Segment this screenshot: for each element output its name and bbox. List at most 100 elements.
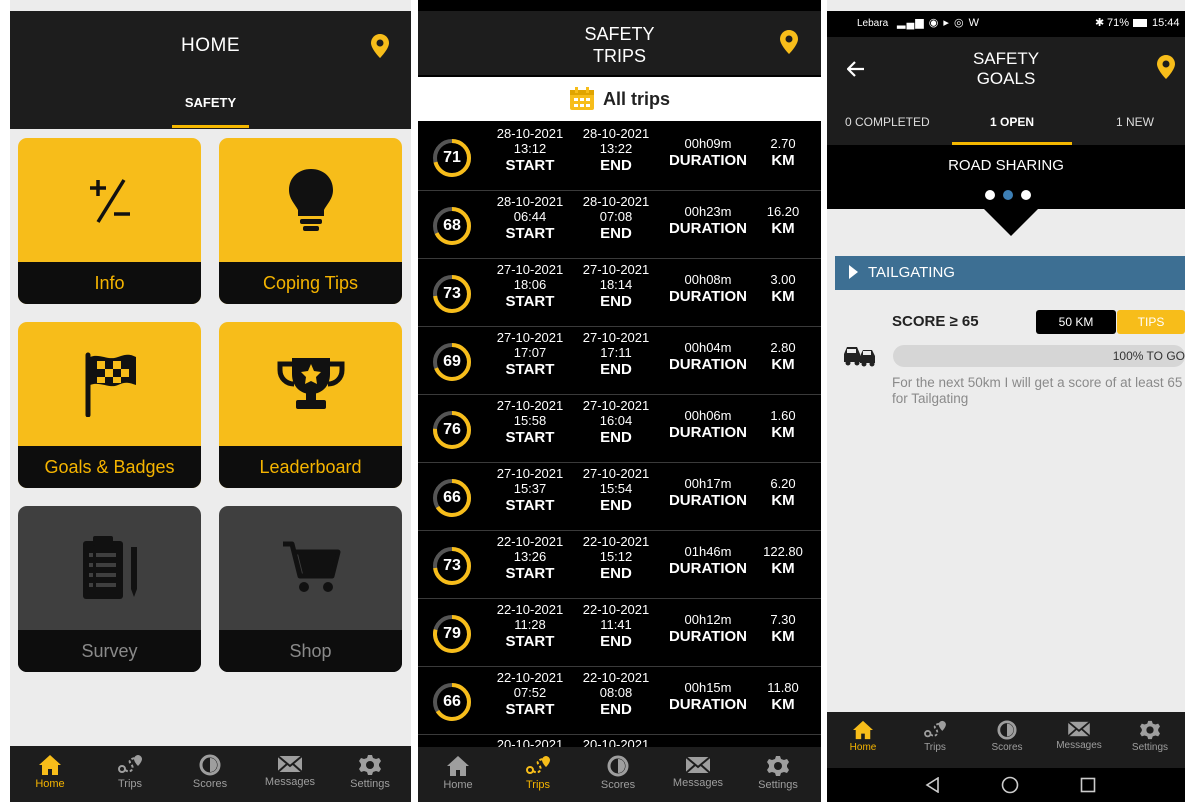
nav-home[interactable]: Home bbox=[827, 712, 899, 753]
trip-start: 27-10-2021 17:07 START bbox=[490, 330, 570, 380]
coping-tips-tile[interactable]: Coping Tips bbox=[219, 138, 402, 304]
trip-row[interactable]: 79 22-10-2021 11:28 START 22-10-2021 11:41 END… bbox=[418, 599, 821, 667]
location-pin-icon[interactable] bbox=[780, 30, 798, 54]
nav-home[interactable]: Home bbox=[10, 746, 90, 790]
tab-open[interactable]: 1 OPEN bbox=[990, 115, 1034, 129]
back-triangle-icon[interactable] bbox=[925, 777, 941, 793]
nav-home[interactable]: Home bbox=[418, 747, 498, 791]
leaderboard-tile[interactable]: Leaderboard bbox=[219, 322, 402, 488]
trip-filter[interactable]: All trips bbox=[418, 77, 821, 121]
nav-trips[interactable]: Trips bbox=[498, 747, 578, 791]
duration-value: 00h04m bbox=[684, 340, 732, 355]
trip-row[interactable]: 71 28-10-2021 13:12 START 28-10-2021 13:22 END… bbox=[418, 123, 821, 191]
lightbulb-icon bbox=[288, 169, 333, 231]
trip-score: 66 bbox=[443, 693, 461, 710]
trip-distance: 122.80 KM bbox=[754, 544, 812, 579]
trip-duration: 00h23m DURATION bbox=[658, 204, 758, 239]
end-date: 22-10-2021 bbox=[582, 602, 650, 617]
trip-row[interactable]: 73 27-10-2021 18:06 START 27-10-2021 18:14 END… bbox=[418, 259, 821, 327]
home-circle-icon[interactable] bbox=[1001, 776, 1019, 794]
carousel-dot[interactable] bbox=[985, 190, 995, 200]
tab-new[interactable]: 1 NEW bbox=[1116, 115, 1154, 129]
trip-duration: 00h04m DURATION bbox=[658, 340, 758, 375]
end-label: END bbox=[600, 701, 632, 718]
carousel-dot[interactable] bbox=[1021, 190, 1031, 200]
envelope-icon bbox=[685, 756, 711, 774]
duration-label: DURATION bbox=[668, 424, 748, 441]
plus-minus-icon bbox=[89, 179, 130, 223]
trip-end: 27-10-2021 17:11 END bbox=[576, 330, 656, 380]
nav-label: Home bbox=[849, 742, 877, 753]
km-button[interactable]: 50 KM bbox=[1036, 310, 1116, 334]
trip-end: 22-10-2021 11:41 END bbox=[576, 602, 656, 652]
route-icon bbox=[924, 720, 946, 738]
goal-carousel[interactable]: ROAD SHARING bbox=[827, 145, 1185, 209]
nav-scores[interactable]: Scores bbox=[170, 746, 250, 790]
goals-badges-tile[interactable]: Goals & Badges bbox=[18, 322, 201, 488]
end-label: END bbox=[600, 293, 632, 310]
duration-label: DURATION bbox=[668, 220, 748, 237]
start-label: START bbox=[505, 429, 555, 446]
tab-safety[interactable]: SAFETY bbox=[10, 95, 411, 110]
nav-settings[interactable]: Settings bbox=[738, 747, 818, 791]
nav-settings[interactable]: Settings bbox=[1115, 712, 1185, 753]
trip-score: 68 bbox=[443, 217, 461, 234]
duration-value: 00h12m bbox=[684, 612, 732, 627]
gear-icon bbox=[1140, 720, 1160, 740]
progress-text: 100% TO GO bbox=[1112, 349, 1185, 363]
envelope-icon bbox=[1067, 721, 1091, 737]
location-pin-icon[interactable] bbox=[1157, 55, 1175, 79]
trip-row[interactable]: 73 22-10-2021 13:26 START 22-10-2021 15:12 END… bbox=[418, 531, 821, 599]
tile-label: Shop bbox=[219, 630, 402, 672]
end-label: END bbox=[600, 361, 632, 378]
recents-square-icon[interactable] bbox=[1080, 777, 1096, 793]
trip-row[interactable]: 69 27-10-2021 17:07 START 27-10-2021 17:11 END… bbox=[418, 327, 821, 395]
tailgating-section[interactable]: TAILGATING bbox=[835, 256, 1185, 290]
start-label: START bbox=[505, 565, 555, 582]
tile-label: Leaderboard bbox=[219, 446, 402, 488]
nav-trips[interactable]: Trips bbox=[899, 712, 971, 753]
title-line-1: SAFETY bbox=[584, 24, 655, 44]
start-label: START bbox=[505, 225, 555, 242]
page-title: SAFETY GOALS bbox=[827, 49, 1185, 89]
start-label: START bbox=[505, 701, 555, 718]
km-label: KM bbox=[771, 424, 795, 441]
expand-arrow-icon bbox=[849, 265, 858, 279]
carousel-dot-active[interactable] bbox=[1003, 190, 1013, 200]
survey-tile[interactable]: Survey bbox=[18, 506, 201, 672]
start-time: 07:52 bbox=[513, 685, 547, 700]
nav-messages[interactable]: Messages bbox=[658, 747, 738, 789]
nav-messages[interactable]: Messages bbox=[1043, 712, 1115, 751]
nav-label: Settings bbox=[1131, 742, 1169, 753]
start-date: 22-10-2021 bbox=[496, 670, 564, 685]
nav-trips[interactable]: Trips bbox=[90, 746, 170, 790]
clock: 15:44 bbox=[1152, 17, 1180, 29]
nav-messages[interactable]: Messages bbox=[250, 746, 330, 788]
status-bar: Lebara ▂▄▆ ◉ ▸ ◎ W ✱ 71% 15:44 bbox=[827, 11, 1185, 37]
trip-score: 79 bbox=[443, 625, 461, 642]
trip-row[interactable]: 66 27-10-2021 15:37 START 27-10-2021 15:54 END… bbox=[418, 463, 821, 531]
trip-row[interactable]: 68 28-10-2021 06:44 START 28-10-2021 07:08 END… bbox=[418, 191, 821, 259]
location-pin-icon[interactable] bbox=[371, 34, 389, 58]
tab-completed[interactable]: 0 COMPLETED bbox=[845, 115, 930, 129]
start-date: 22-10-2021 bbox=[496, 534, 564, 549]
end-date: 28-10-2021 bbox=[582, 194, 650, 209]
shop-tile[interactable]: Shop bbox=[219, 506, 402, 672]
nav-scores[interactable]: Scores bbox=[971, 712, 1043, 753]
route-icon bbox=[118, 755, 142, 773]
trip-row-partial[interactable]: 20-10-2021 20-10-2021 bbox=[418, 733, 821, 747]
start-time: 11:28 bbox=[514, 617, 546, 632]
checkered-flag-icon bbox=[85, 352, 136, 417]
info-tile[interactable]: Info bbox=[18, 138, 201, 304]
start-label: START bbox=[505, 157, 555, 174]
nav-label: Home bbox=[35, 778, 65, 790]
nav-settings[interactable]: Settings bbox=[330, 746, 410, 790]
nav-label: Messages bbox=[264, 776, 316, 788]
nav-scores[interactable]: Scores bbox=[578, 747, 658, 791]
trip-row[interactable]: 76 27-10-2021 15:58 START 27-10-2021 16:04 END… bbox=[418, 395, 821, 463]
tips-button[interactable]: TIPS bbox=[1117, 310, 1185, 334]
trip-duration: 00h15m DURATION bbox=[658, 680, 758, 715]
km-value: 2.70 bbox=[770, 136, 796, 151]
trip-row[interactable]: 66 22-10-2021 07:52 START 22-10-2021 08:08 END… bbox=[418, 667, 821, 735]
end-time: 16:04 bbox=[599, 413, 633, 428]
